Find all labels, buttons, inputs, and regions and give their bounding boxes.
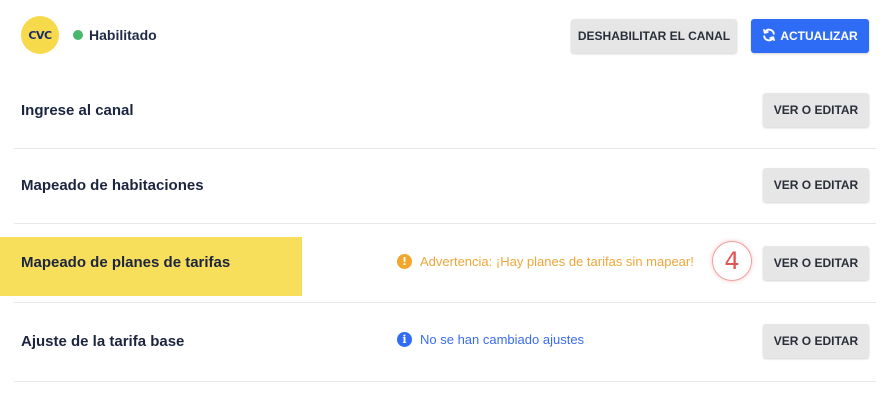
- update-label: ACTUALIZAR: [780, 29, 858, 43]
- view-edit-button[interactable]: VER O EDITAR: [763, 168, 869, 202]
- channel-status: Habilitado: [73, 26, 157, 44]
- row-divider: [14, 381, 876, 382]
- disable-channel-label: DESHABILITAR EL CANAL: [577, 29, 731, 43]
- row-title: Mapeado de habitaciones: [21, 177, 204, 194]
- row-divider: [14, 302, 876, 303]
- view-edit-label: VER O EDITAR: [773, 334, 859, 348]
- row-title: Ingrese al canal: [21, 102, 134, 119]
- status-dot-icon: [73, 30, 83, 40]
- info-icon: i: [397, 332, 412, 347]
- channel-settings-page: CVC Habilitado DESHABILITAR EL CANAL ACT…: [0, 0, 890, 402]
- warning-text: Advertencia: ¡Hay planes de tarifas sin …: [420, 254, 694, 269]
- warning-icon: !: [397, 254, 412, 269]
- row-title: Mapeado de planes de tarifas: [21, 254, 231, 271]
- view-edit-button[interactable]: VER O EDITAR: [763, 93, 869, 127]
- channel-header: CVC Habilitado DESHABILITAR EL CANAL ACT…: [0, 0, 890, 70]
- warning-notice: ! Advertencia: ¡Hay planes de tarifas si…: [397, 254, 694, 269]
- disable-channel-button[interactable]: DESHABILITAR EL CANAL: [571, 19, 737, 53]
- refresh-icon: [762, 28, 776, 45]
- view-edit-label: VER O EDITAR: [773, 178, 859, 192]
- view-edit-button[interactable]: VER O EDITAR: [763, 324, 869, 358]
- info-notice: i No se han cambiado ajustes: [397, 332, 584, 347]
- step-number-badge: 4: [712, 241, 752, 281]
- row-divider: [14, 148, 876, 149]
- status-label: Habilitado: [89, 27, 157, 43]
- view-edit-label: VER O EDITAR: [773, 256, 859, 270]
- update-button[interactable]: ACTUALIZAR: [751, 19, 869, 53]
- row-divider: [14, 223, 876, 224]
- step-number: 4: [724, 247, 740, 275]
- view-edit-button[interactable]: VER O EDITAR: [763, 246, 869, 280]
- view-edit-label: VER O EDITAR: [773, 103, 859, 117]
- logo-text: CVC: [28, 28, 52, 42]
- info-text: No se han cambiado ajustes: [420, 332, 585, 347]
- cvc-logo: CVC: [21, 16, 59, 54]
- row-title: Ajuste de la tarifa base: [21, 333, 185, 350]
